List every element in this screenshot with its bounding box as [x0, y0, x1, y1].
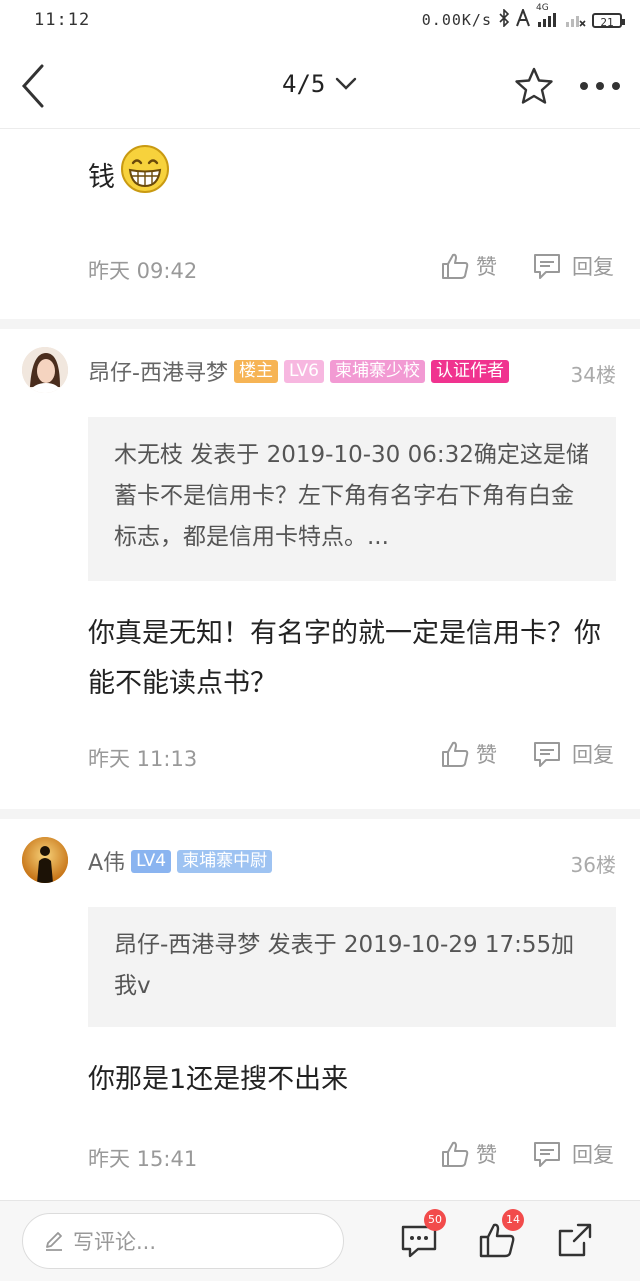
reply-post: A伟 LV4 柬埔寨中尉 36楼 昂仔-西港寻梦 发表于 2019-10-29 … [0, 819, 640, 1200]
back-button[interactable] [16, 62, 56, 110]
comment-icon [534, 254, 560, 279]
post-text: 你真是无知！有名字的就一定是信用卡？你能不能读点书？ [88, 618, 601, 699]
tag-rank: 柬埔寨中尉 [177, 849, 273, 873]
username[interactable]: 昂仔-西港寻梦 [88, 355, 228, 387]
post-divider [0, 809, 640, 819]
page-indicator: 4/5 [282, 70, 326, 98]
chevron-down-icon [336, 77, 357, 90]
avatar[interactable] [22, 837, 68, 883]
reply-post: 钱 昨天 09:42 赞 回复 [0, 129, 640, 319]
font-a-icon [516, 7, 530, 31]
grin-emoji-icon [119, 143, 171, 212]
share-button[interactable] [556, 1221, 594, 1259]
likes-count-badge: 14 [502, 1209, 524, 1231]
thumbs-up-icon [442, 253, 469, 279]
comment-icon [534, 1142, 560, 1167]
bottom-action-bar: 写评论... 50 14 [0, 1200, 640, 1281]
like-label: 赞 [476, 255, 497, 279]
like-label: 赞 [476, 743, 497, 767]
signal-label: 4G [536, 3, 549, 13]
floor-number: 36楼 [570, 853, 616, 877]
tag-certified-author: 认证作者 [431, 359, 510, 383]
like-button[interactable]: 赞 [440, 251, 497, 281]
pencil-icon [46, 1232, 62, 1251]
floor-number: 34楼 [570, 363, 616, 387]
comment-input[interactable]: 写评论... [22, 1213, 344, 1269]
tag-level: LV4 [131, 849, 172, 873]
post-text: 你那是1还是搜不出来 [88, 1064, 349, 1095]
comment-placeholder: 写评论... [73, 1230, 157, 1254]
thumbs-up-icon [442, 741, 469, 767]
more-dots-icon [580, 82, 620, 90]
user-info: 昂仔-西港寻梦 楼主 LV6 柬埔寨少校 认证作者 [88, 355, 510, 387]
top-nav-bar: 4/5 [0, 44, 640, 129]
username[interactable]: A伟 [88, 845, 125, 877]
reply-post: 昂仔-西港寻梦 楼主 LV6 柬埔寨少校 认证作者 34楼 木无枝 发表于 20… [0, 329, 640, 809]
comment-icon [534, 742, 560, 767]
status-time: 11:12 [34, 10, 91, 30]
reply-label: 回复 [572, 1143, 614, 1167]
more-button[interactable] [576, 74, 624, 98]
bluetooth-icon [498, 8, 510, 31]
thumbs-up-icon [442, 1141, 469, 1167]
comments-count-badge: 50 [424, 1209, 446, 1231]
like-button[interactable]: 赞 [440, 739, 497, 769]
status-bar: 11:12 0.00K/s 4G 21 [0, 0, 640, 44]
signal-4g-icon: 4G [536, 3, 558, 31]
like-article-button[interactable]: 14 [478, 1209, 524, 1259]
post-time: 昨天 09:42 [88, 259, 198, 283]
reply-button[interactable]: 回复 [532, 1139, 614, 1169]
quoted-reply[interactable]: 昂仔-西港寻梦 发表于 2019-10-29 17:55加我v [88, 907, 616, 1027]
reply-button[interactable]: 回复 [532, 739, 614, 769]
star-icon [515, 67, 553, 104]
post-time: 昨天 11:13 [88, 747, 198, 771]
quoted-reply[interactable]: 木无枝 发表于 2019-10-30 06:32确定这是储蓄卡不是信用卡？左下角… [88, 417, 616, 581]
tag-owner: 楼主 [233, 359, 278, 383]
avatar[interactable] [22, 347, 68, 393]
reply-label: 回复 [572, 255, 614, 279]
page-selector[interactable]: 4/5 [282, 70, 357, 98]
post-divider [0, 319, 640, 329]
post-time: 昨天 15:41 [88, 1147, 198, 1171]
user-info: A伟 LV4 柬埔寨中尉 [88, 845, 273, 877]
reply-button[interactable]: 回复 [532, 251, 614, 281]
comments-button[interactable]: 50 [400, 1209, 446, 1259]
post-text: 钱 [88, 143, 608, 212]
status-indicators: 0.00K/s 4G 21 [421, 3, 625, 31]
like-label: 赞 [476, 1143, 497, 1167]
tag-level: LV6 [283, 359, 325, 383]
network-speed: 0.00K/s [421, 11, 492, 29]
share-icon [558, 1223, 592, 1257]
battery-icon: 21 [592, 12, 625, 29]
signal-x-icon [564, 9, 586, 31]
like-button[interactable]: 赞 [440, 1139, 497, 1169]
favorite-button[interactable] [514, 66, 554, 106]
post-text-content: 钱 [88, 161, 115, 193]
tag-rank: 柬埔寨少校 [330, 359, 426, 383]
reply-label: 回复 [572, 743, 614, 767]
chevron-left-icon [21, 64, 44, 108]
